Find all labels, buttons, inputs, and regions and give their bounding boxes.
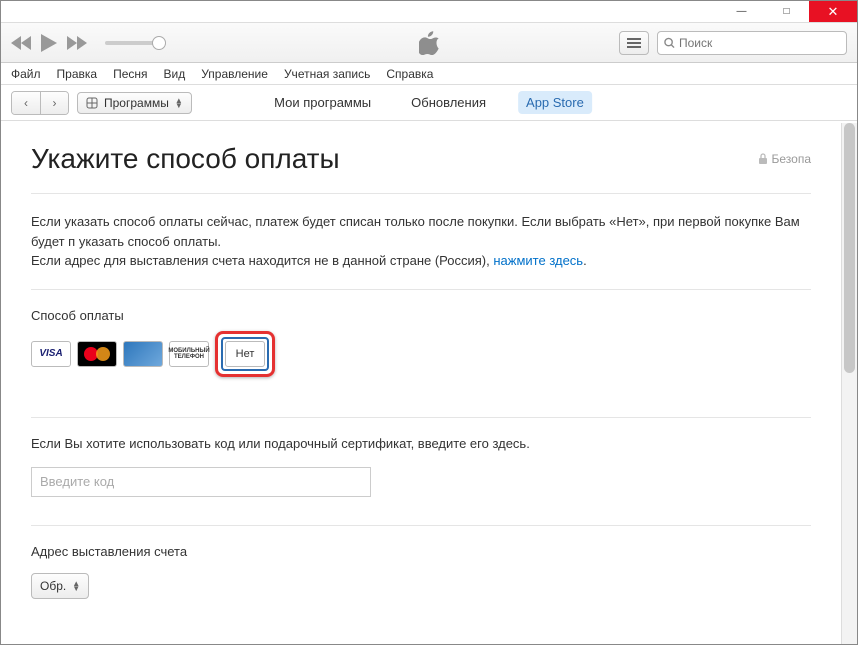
divider	[31, 289, 811, 290]
menu-file[interactable]: Файл	[11, 67, 41, 81]
store-tabs: Мои программы Обновления App Store	[266, 91, 592, 114]
nav-forward-button[interactable]: ›	[40, 92, 68, 114]
scrollbar[interactable]	[841, 123, 857, 644]
close-button[interactable]: ✕	[809, 1, 857, 22]
change-country-link[interactable]: нажмите здесь	[493, 253, 583, 268]
menu-song[interactable]: Песня	[113, 67, 147, 81]
intro2-suffix: .	[583, 253, 587, 268]
category-selector[interactable]: Программы ▲▼	[77, 92, 192, 114]
divider	[31, 525, 811, 526]
play-icon[interactable]	[41, 34, 57, 52]
search-input[interactable]	[679, 36, 840, 50]
nav-buttons: ‹ ›	[11, 91, 69, 115]
secure-indicator: Безопа	[758, 152, 812, 166]
payment-amex[interactable]	[123, 341, 163, 367]
giftcode-label: Если Вы хотите использовать код или пода…	[31, 436, 811, 451]
tab-my-apps[interactable]: Мои программы	[266, 91, 379, 114]
next-track-icon[interactable]	[67, 36, 87, 50]
menu-help[interactable]: Справка	[386, 67, 433, 81]
apps-icon	[86, 97, 98, 109]
menu-controls[interactable]: Управление	[201, 67, 268, 81]
intro-text-1: Если указать способ оплаты сейчас, плате…	[31, 212, 811, 251]
payment-method-label: Способ оплаты	[31, 308, 811, 323]
tab-app-store[interactable]: App Store	[518, 91, 592, 114]
payment-mobile-phone[interactable]: МОБИЛЬНЫЙ ТЕЛЕФОН	[169, 341, 209, 367]
payment-mastercard[interactable]	[77, 341, 117, 367]
lock-icon	[758, 153, 768, 165]
mobile-line2: ТЕЛЕФОН	[168, 354, 209, 360]
scrollbar-thumb[interactable]	[844, 123, 855, 373]
secure-label: Безопа	[772, 152, 812, 166]
nav-back-button[interactable]: ‹	[12, 92, 40, 114]
list-view-button[interactable]	[619, 31, 649, 55]
list-icon	[627, 42, 641, 44]
payment-none[interactable]: Нет	[225, 341, 265, 367]
maximize-button[interactable]: □	[764, 1, 809, 22]
mobile-line1: МОБИЛЬНЫЙ	[168, 348, 209, 354]
payment-methods: VISA МОБИЛЬНЫЙ ТЕЛЕФОН Нет	[31, 331, 811, 377]
category-label: Программы	[104, 96, 169, 110]
page-title: Укажите способ оплаты	[31, 143, 340, 175]
menu-view[interactable]: Вид	[164, 67, 186, 81]
payment-visa[interactable]: VISA	[31, 341, 71, 367]
salutation-dropdown[interactable]: Обр. ▲▼	[31, 573, 89, 599]
volume-thumb[interactable]	[152, 36, 166, 50]
menubar: Файл Правка Песня Вид Управление Учетная…	[1, 63, 857, 85]
content-area: Укажите способ оплаты Безопа Если указат…	[1, 123, 857, 644]
giftcode-input[interactable]	[31, 467, 371, 497]
titlebar: — □ ✕	[1, 1, 857, 23]
tab-updates[interactable]: Обновления	[403, 91, 494, 114]
divider	[31, 417, 811, 418]
search-icon	[664, 37, 675, 49]
app-window: — □ ✕	[0, 0, 858, 645]
updown-icon: ▲▼	[175, 98, 183, 108]
previous-track-icon[interactable]	[11, 36, 31, 50]
divider	[31, 193, 811, 194]
intro2-prefix: Если адрес для выставления счета находит…	[31, 253, 493, 268]
volume-slider[interactable]	[105, 41, 165, 45]
search-box[interactable]	[657, 31, 847, 55]
minimize-button[interactable]: —	[719, 1, 764, 22]
payment-none-highlight: Нет	[215, 331, 275, 377]
apple-logo-icon	[419, 31, 439, 55]
updown-icon: ▲▼	[72, 581, 80, 591]
intro-text-2: Если адрес для выставления счета находит…	[31, 251, 811, 271]
salutation-value: Обр.	[40, 579, 66, 593]
menu-account[interactable]: Учетная запись	[284, 67, 370, 81]
secondary-toolbar: ‹ › Программы ▲▼ Мои программы Обновлени…	[1, 85, 857, 121]
billing-address-label: Адрес выставления счета	[31, 544, 811, 559]
player-toolbar	[1, 23, 857, 63]
menu-edit[interactable]: Правка	[57, 67, 98, 81]
